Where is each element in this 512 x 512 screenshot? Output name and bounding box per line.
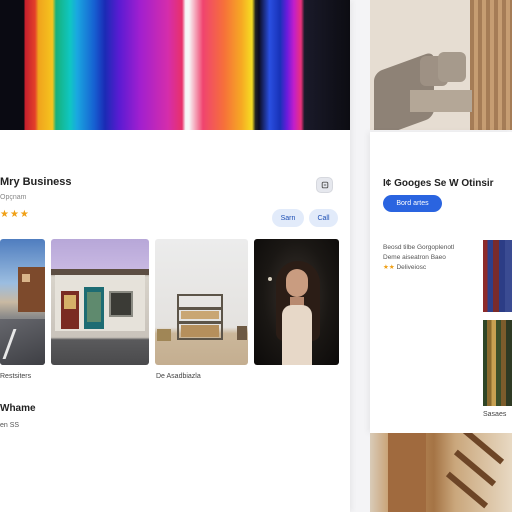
bookshelf-photo[interactable] [483,320,512,406]
share-icon [321,181,328,189]
photo-caption: De Asadbiazla [156,373,201,380]
rating-stars: ★★ [383,264,395,271]
info-line: Deme aiseatron Baeo [383,254,446,261]
info-line: Beosd tilbe Gorgoplenotl [383,244,455,251]
business-card-left: Mry Business Opçnam ★★★ Sarn Call Restsi… [0,0,350,512]
shelf-room-photo[interactable] [155,239,248,365]
business-subtitle: Opçnam [0,194,27,201]
business-name: I¢ Googes Se W Otinsir [383,178,494,189]
storefront-photo[interactable] [51,239,149,365]
share-button[interactable] [316,177,333,193]
portrait-photo[interactable] [254,239,339,365]
info-line: ★★ Deliveiosc [383,263,426,271]
bookshelf-photo[interactable] [483,240,512,312]
rating-stars: ★★★ [0,209,30,220]
business-name: Mry Business [0,176,72,188]
section-subtitle: en SS [0,422,20,429]
staircase-photo[interactable] [370,433,512,512]
sofa-photo[interactable] [370,0,512,130]
photo-caption: Restsiters [0,373,32,380]
street-photo[interactable] [0,239,45,365]
section-title: Whame [0,403,36,414]
save-button[interactable]: Sarn [272,209,304,227]
hero-banner-image [0,0,350,130]
info-text: Deliveiosc [396,264,427,271]
primary-action-button[interactable]: Bord artes [383,195,442,212]
call-button[interactable]: Call [309,209,338,227]
business-card-right: I¢ Googes Se W Otinsir Bord artes Beosd … [370,132,512,433]
photo-caption: Sasaes [483,411,507,418]
